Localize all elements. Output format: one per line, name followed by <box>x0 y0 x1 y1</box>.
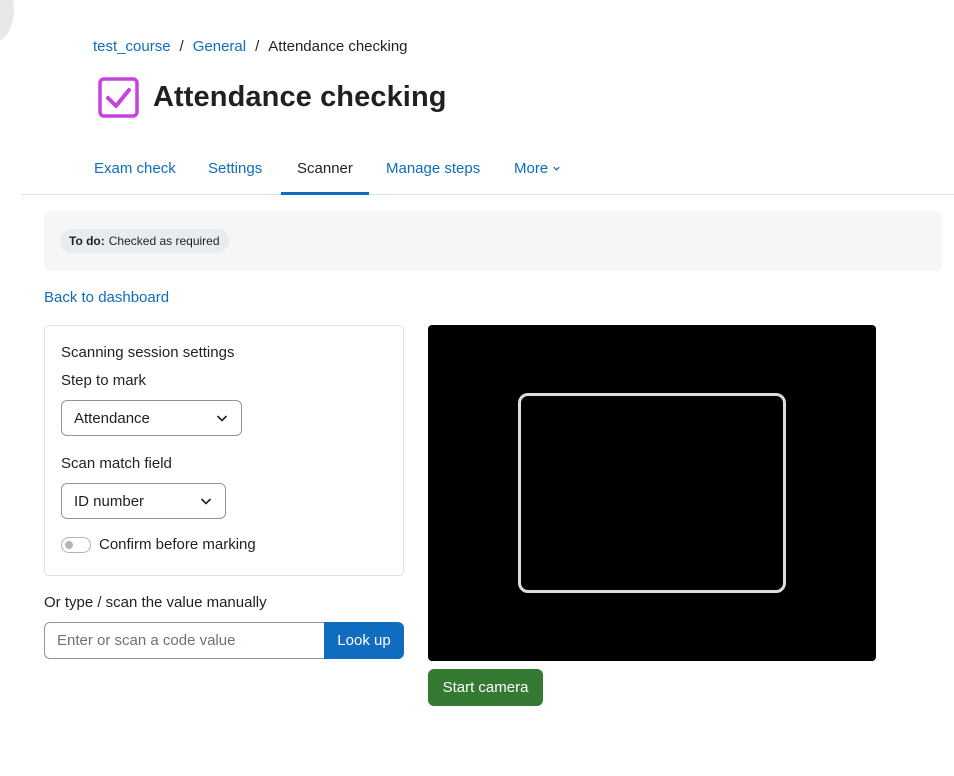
step-to-mark-label: Step to mark <box>61 372 147 389</box>
checkbox-icon <box>98 77 139 118</box>
scan-match-field-select[interactable]: ID number <box>61 483 226 519</box>
start-camera-button[interactable]: Start camera <box>428 669 543 706</box>
scanning-settings-card: Scanning session settings Step to mark A… <box>44 325 404 576</box>
todo-value: Checked as required <box>108 234 220 248</box>
chevron-down-icon <box>216 415 228 422</box>
drawer-toggle[interactable] <box>0 0 14 44</box>
code-value-input[interactable] <box>44 622 324 659</box>
secondary-navigation: Exam check Settings Scanner Manage steps… <box>21 142 954 195</box>
tab-manage-steps[interactable]: Manage steps <box>370 142 496 195</box>
camera-preview <box>428 325 876 661</box>
back-to-dashboard-link[interactable]: Back to dashboard <box>44 289 169 306</box>
breadcrumb-current: Attendance checking <box>268 38 408 55</box>
breadcrumb-section-link[interactable]: General <box>193 38 246 55</box>
manual-entry-label: Or type / scan the value manually <box>44 594 267 611</box>
step-to-mark-value: Attendance <box>74 409 150 427</box>
tab-more[interactable]: More <box>498 142 577 195</box>
todo-label: To do: <box>69 234 105 248</box>
toggle-knob <box>65 540 73 549</box>
tab-scanner[interactable]: Scanner <box>281 142 369 195</box>
breadcrumb-separator: / <box>255 38 260 55</box>
todo-badge: To do: Checked as required <box>60 229 229 253</box>
step-to-mark-select[interactable]: Attendance <box>61 400 242 436</box>
breadcrumb-course-link[interactable]: test_course <box>93 38 171 55</box>
look-up-button[interactable]: Look up <box>324 622 404 659</box>
tab-more-label: More <box>514 160 549 177</box>
tab-exam-check[interactable]: Exam check <box>78 142 192 195</box>
activity-dates-bar: To do: Checked as required <box>44 211 942 271</box>
chevron-down-icon <box>553 166 560 171</box>
tab-settings[interactable]: Settings <box>192 142 278 195</box>
breadcrumb: test_course / General / Attendance check… <box>93 38 408 55</box>
confirm-toggle-row: Confirm before marking <box>61 536 256 553</box>
manual-entry-group: Look up <box>44 622 404 659</box>
breadcrumb-separator: / <box>179 38 184 55</box>
scan-match-field-label: Scan match field <box>61 455 172 472</box>
scan-frame <box>518 393 786 593</box>
confirm-before-marking-toggle[interactable] <box>61 536 91 553</box>
page-header: Attendance checking <box>98 77 447 118</box>
chevron-down-icon <box>200 498 212 505</box>
scan-match-field-value: ID number <box>74 492 145 510</box>
settings-card-title: Scanning session settings <box>61 344 235 361</box>
page-title: Attendance checking <box>153 81 447 113</box>
confirm-before-marking-label: Confirm before marking <box>99 536 256 553</box>
